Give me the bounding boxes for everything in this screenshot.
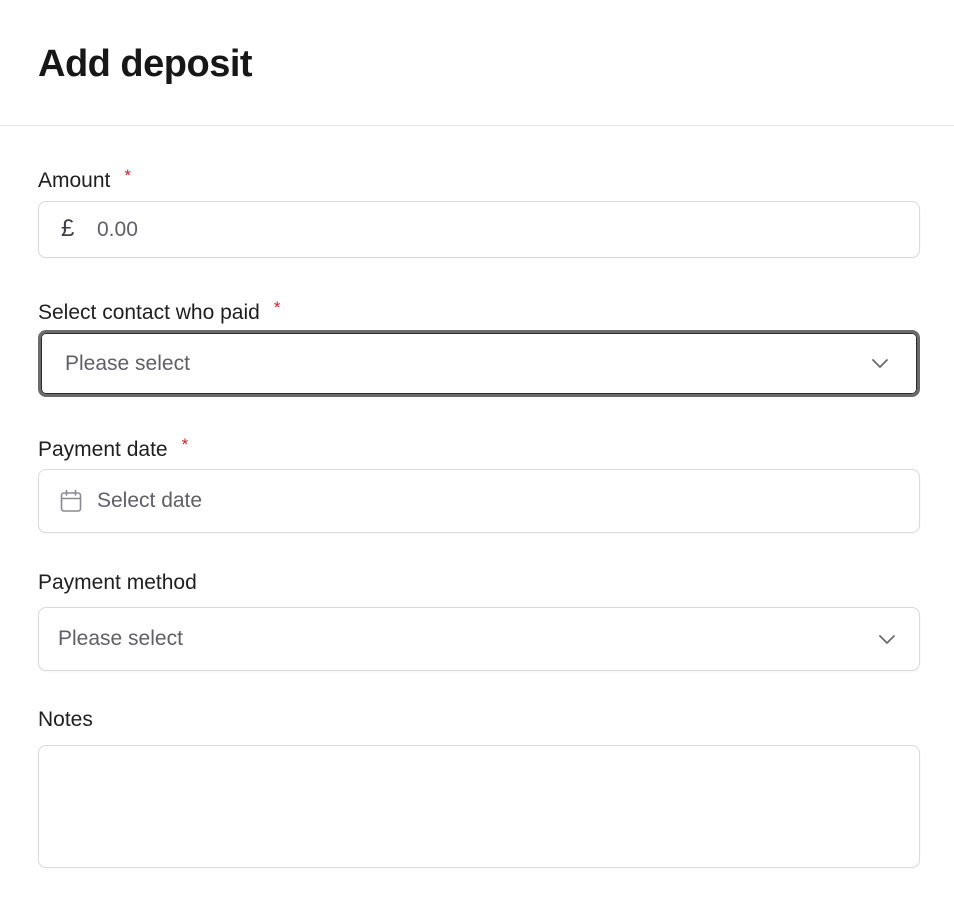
- amount-label-text: Amount: [38, 169, 111, 192]
- payment-date-input[interactable]: Select date: [38, 469, 920, 533]
- notes-label-text: Notes: [38, 708, 93, 731]
- payment-method-label: Payment method: [38, 569, 197, 597]
- page-title: Add deposit: [38, 43, 253, 85]
- payment-method-select-value: Please select: [58, 627, 183, 650]
- payment-date-label-text: Payment date: [38, 438, 168, 461]
- contact-select-value: Please select: [65, 352, 190, 375]
- notes-textarea[interactable]: [38, 745, 920, 868]
- payment-method-select[interactable]: Please select: [38, 607, 920, 671]
- chevron-down-icon: [872, 359, 888, 368]
- amount-placeholder: 0.00: [97, 218, 138, 241]
- currency-symbol: £: [61, 215, 75, 242]
- calendar-icon: [60, 489, 82, 512]
- contact-select[interactable]: Please select: [38, 330, 920, 397]
- amount-label: Amount *: [38, 162, 131, 195]
- contact-label-text: Select contact who paid: [38, 301, 260, 324]
- required-indicator: *: [181, 435, 189, 454]
- contact-label: Select contact who paid *: [38, 294, 280, 327]
- required-indicator: *: [273, 298, 281, 317]
- payment-date-placeholder: Select date: [97, 489, 203, 512]
- notes-label: Notes: [38, 706, 93, 734]
- chevron-down-icon: [879, 635, 895, 644]
- payment-method-label-text: Payment method: [38, 571, 197, 594]
- amount-input[interactable]: £ 0.00: [38, 201, 920, 258]
- dialog-header: Add deposit: [0, 0, 954, 126]
- required-indicator: *: [124, 166, 131, 185]
- payment-date-label: Payment date *: [38, 431, 188, 464]
